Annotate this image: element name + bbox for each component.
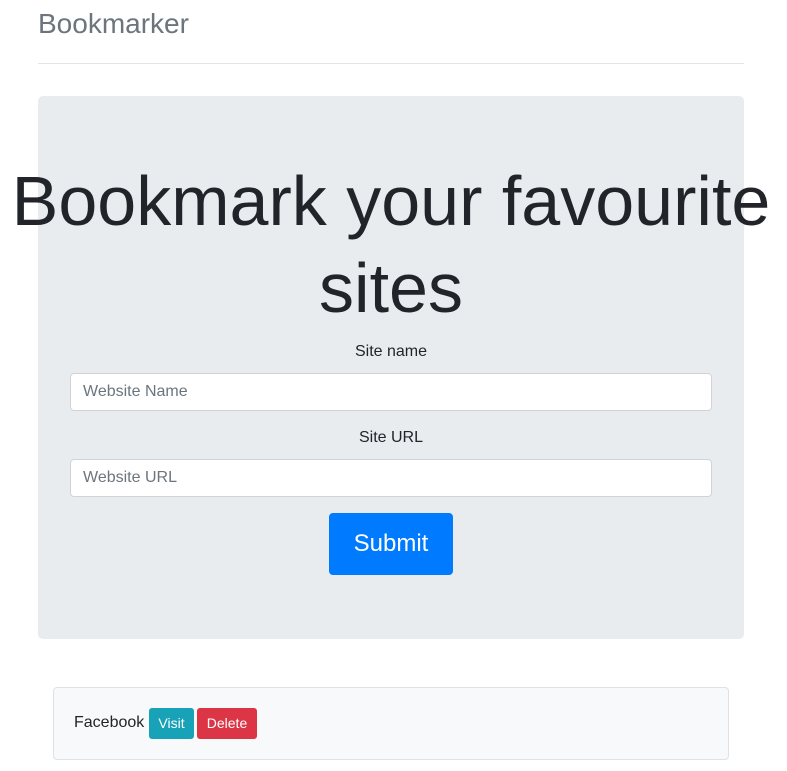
bookmark-name: Facebook	[74, 714, 145, 731]
submit-button[interactable]: Submit	[329, 513, 453, 575]
site-name-label: Site name	[354, 343, 428, 360]
brand-title: Bookmarker	[38, 8, 189, 39]
site-url-input[interactable]	[70, 459, 712, 497]
page-header: Bookmarker	[38, 6, 744, 64]
site-name-input[interactable]	[70, 373, 712, 411]
bookmark-card: Facebook Visit Delete	[53, 687, 729, 760]
site-url-label: Site URL	[358, 429, 424, 446]
delete-button[interactable]: Delete	[197, 708, 257, 739]
visit-button[interactable]: Visit	[149, 708, 194, 739]
hero-title: Bookmark your favourite sites	[11, 162, 771, 327]
